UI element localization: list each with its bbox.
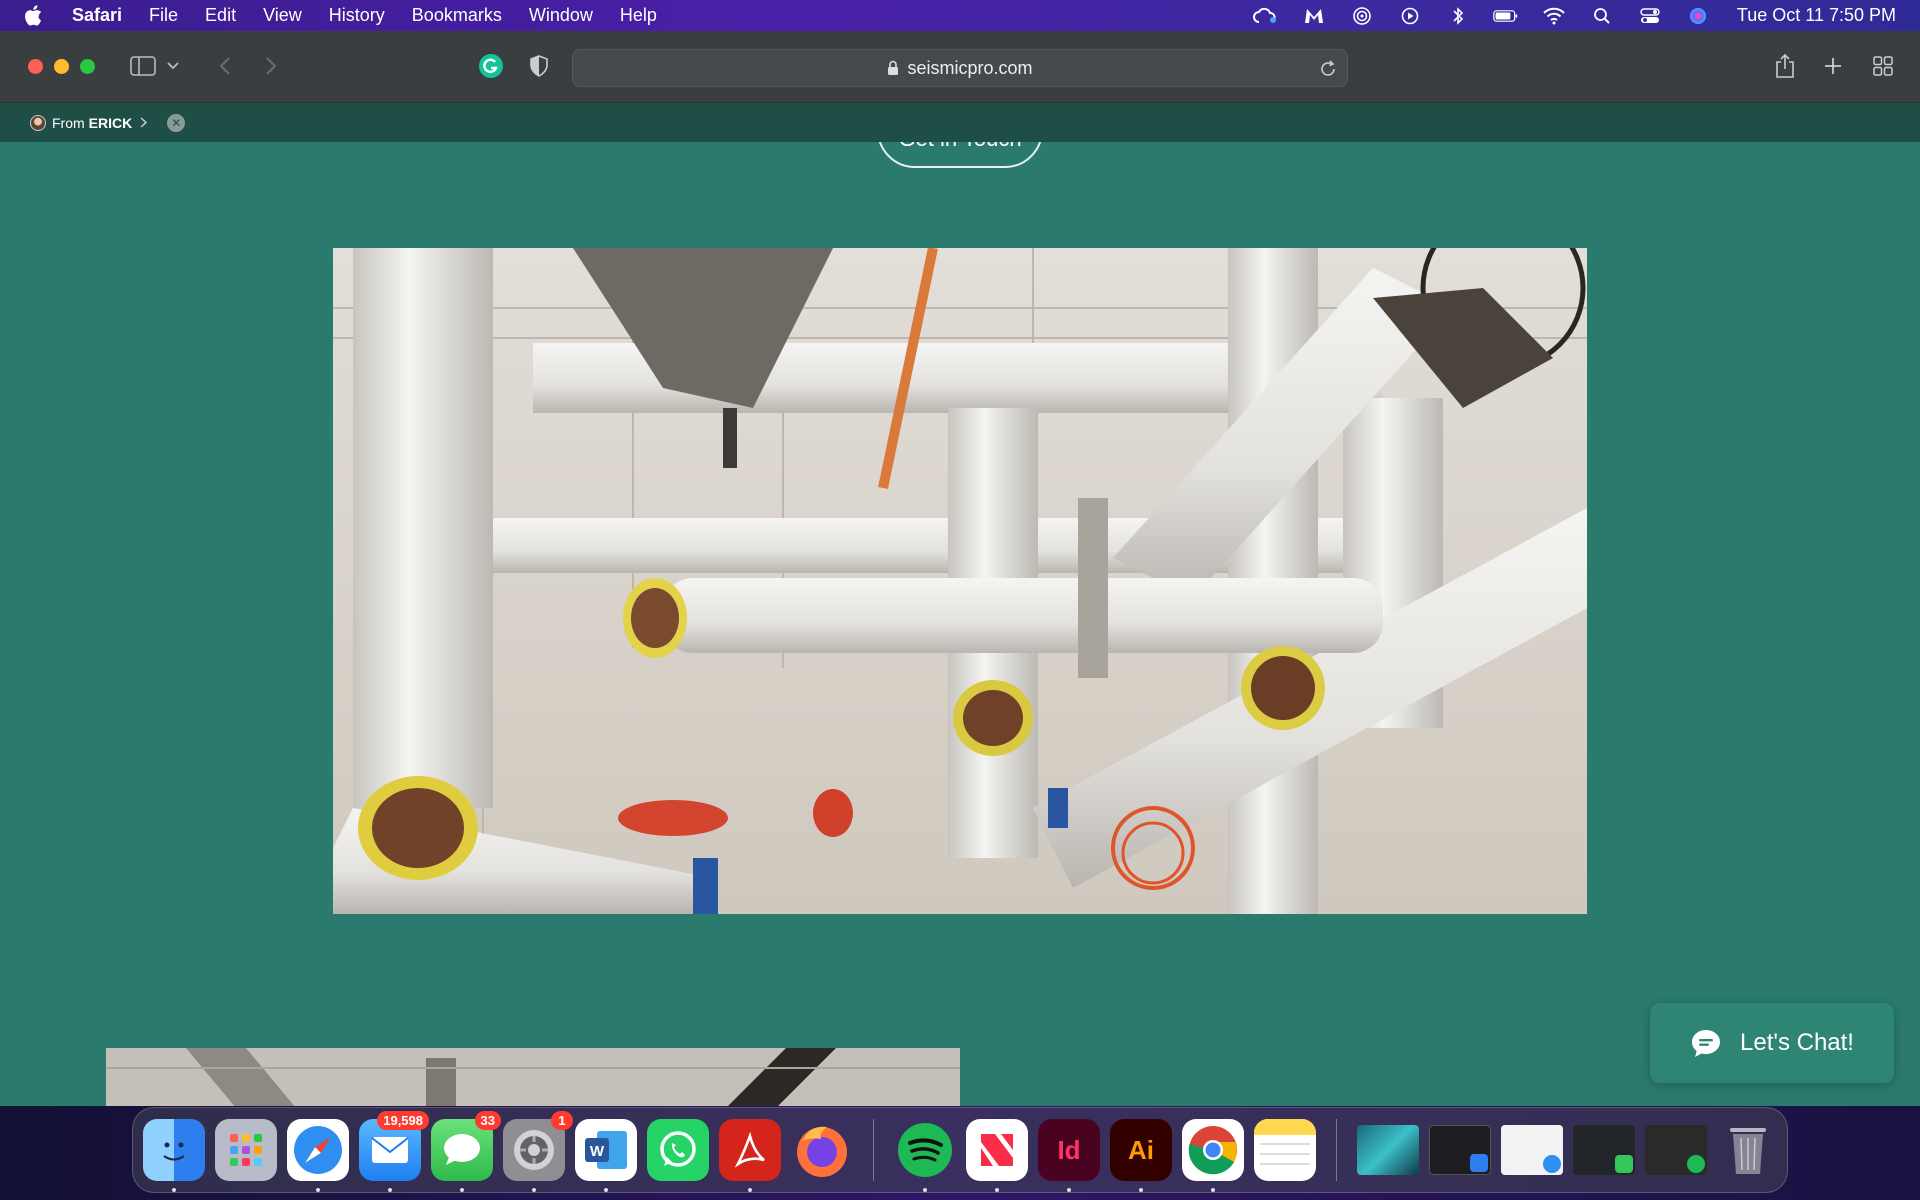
sidebar-toggle-icon[interactable] — [128, 51, 158, 81]
indesign-label: Id — [1057, 1134, 1081, 1165]
minimize-window-button[interactable] — [54, 59, 69, 74]
chrome-icon[interactable] — [1182, 1119, 1244, 1192]
notes-icon[interactable] — [1254, 1119, 1316, 1181]
system-preferences-icon[interactable]: 1 — [503, 1111, 573, 1192]
safari-icon[interactable] — [287, 1119, 349, 1192]
airdrop-icon[interactable] — [1349, 6, 1375, 26]
svg-text:W: W — [590, 1143, 605, 1160]
messages-icon[interactable]: 33 — [431, 1111, 501, 1192]
menu-help[interactable]: Help — [620, 5, 657, 26]
menu-bookmarks[interactable]: Bookmarks — [412, 5, 502, 26]
privacy-shield-icon[interactable] — [524, 51, 554, 81]
menu-file[interactable]: File — [149, 5, 178, 26]
menu-view[interactable]: View — [263, 5, 302, 26]
wifi-icon[interactable] — [1541, 6, 1567, 26]
shared-from-pill[interactable]: From ERICK — [30, 114, 148, 131]
apple-icon[interactable] — [24, 5, 46, 26]
mail-icon[interactable]: 19,598 — [359, 1111, 429, 1192]
trash-icon[interactable] — [1717, 1119, 1779, 1181]
chat-bubble-icon — [1692, 1030, 1720, 1057]
back-icon[interactable] — [210, 51, 240, 81]
dock-separator-2 — [1336, 1119, 1337, 1181]
bluetooth-icon[interactable] — [1445, 6, 1471, 26]
malwarebytes-icon[interactable] — [1301, 6, 1327, 26]
close-window-button[interactable] — [28, 59, 43, 74]
url-text: seismicpro.com — [907, 57, 1033, 78]
system-preferences-badge: 1 — [551, 1111, 573, 1130]
mail-badge: 19,598 — [377, 1111, 429, 1130]
shared-with-you-bar: From ERICK ✕ — [0, 103, 1920, 142]
acrobat-icon[interactable] — [719, 1119, 781, 1192]
control-center-icon[interactable] — [1637, 6, 1663, 26]
menu-app-name[interactable]: Safari — [72, 5, 122, 26]
minimized-window-thumb[interactable] — [1573, 1125, 1635, 1175]
menu-clock[interactable]: Tue Oct 11 7:50 PM — [1737, 5, 1896, 26]
get-in-touch-button[interactable]: Get in Touch — [877, 142, 1043, 168]
menu-edit[interactable]: Edit — [205, 5, 236, 26]
reload-icon[interactable] — [1317, 58, 1339, 80]
close-icon[interactable]: ✕ — [167, 113, 186, 132]
dock-separator — [873, 1119, 874, 1181]
whatsapp-icon[interactable] — [647, 1119, 709, 1181]
spotify-icon[interactable] — [894, 1119, 956, 1192]
chevron-right-icon — [140, 115, 148, 131]
news-icon[interactable] — [966, 1119, 1028, 1192]
menu-history[interactable]: History — [329, 5, 385, 26]
shared-from-label: From — [52, 114, 85, 131]
battery-icon[interactable] — [1493, 6, 1519, 26]
minimized-window-thumb[interactable] — [1645, 1125, 1707, 1175]
illustrator-label: Ai — [1128, 1134, 1154, 1165]
secondary-image — [106, 1048, 960, 1106]
firefox-icon[interactable] — [791, 1119, 853, 1181]
indesign-icon[interactable]: Id — [1038, 1119, 1100, 1192]
messages-badge: 33 — [474, 1111, 501, 1130]
avatar — [30, 114, 46, 131]
grammarly-icon[interactable] — [476, 51, 506, 81]
address-bar[interactable]: seismicpro.com — [572, 49, 1348, 87]
shared-from-name: ERICK — [88, 114, 133, 131]
word-icon[interactable]: W — [575, 1119, 637, 1192]
tab-overview-icon[interactable] — [1868, 51, 1898, 81]
menu-bar: Safari File Edit View History Bookmarks … — [0, 0, 1920, 31]
web-page: Get in Touch — [0, 142, 1920, 1106]
hero-image — [333, 248, 1587, 914]
creative-cloud-icon[interactable] — [1252, 6, 1279, 26]
lock-icon — [887, 60, 899, 76]
chat-widget-button[interactable]: Let's Chat! — [1650, 1003, 1894, 1083]
zoom-window-button[interactable] — [80, 59, 95, 74]
chat-label: Let's Chat! — [1740, 1029, 1854, 1056]
illustrator-icon[interactable]: Ai — [1110, 1119, 1172, 1192]
dock: 19,598 33 1 W Id Ai — [132, 1107, 1788, 1193]
minimized-window-thumb[interactable] — [1501, 1125, 1563, 1175]
siri-icon[interactable] — [1685, 6, 1711, 26]
downloads-stack-icon[interactable] — [1357, 1125, 1419, 1175]
play-icon[interactable] — [1397, 6, 1423, 26]
menu-window[interactable]: Window — [529, 5, 593, 26]
launchpad-icon[interactable] — [215, 1119, 277, 1181]
forward-icon[interactable] — [256, 51, 286, 81]
safari-toolbar: seismicpro.com — [0, 31, 1920, 103]
minimized-window-thumb[interactable] — [1429, 1125, 1491, 1175]
new-tab-icon[interactable] — [1818, 51, 1848, 81]
share-icon[interactable] — [1770, 51, 1800, 81]
chevron-down-icon[interactable] — [164, 51, 182, 81]
finder-icon[interactable] — [143, 1119, 205, 1192]
spotlight-search-icon[interactable] — [1589, 6, 1615, 26]
